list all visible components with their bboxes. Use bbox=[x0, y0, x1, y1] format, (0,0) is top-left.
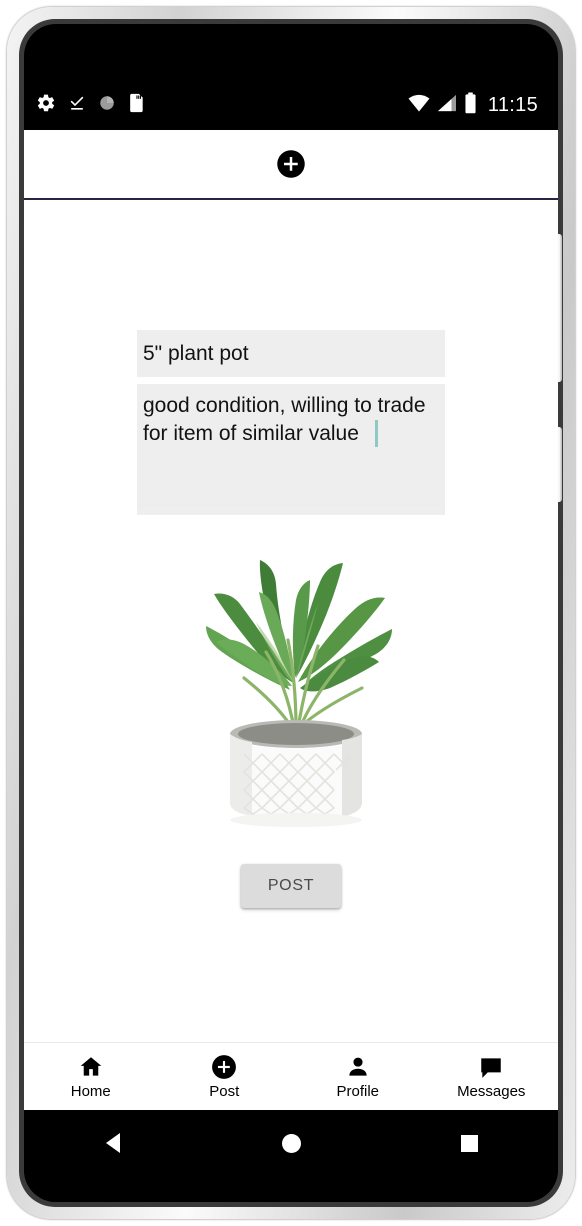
nav-item-post[interactable]: Post bbox=[158, 1043, 292, 1110]
battery-icon bbox=[464, 91, 477, 119]
phone-screen: 11:15 5" plant pot good condition, willi… bbox=[24, 24, 558, 1202]
gear-icon bbox=[36, 93, 56, 118]
form-divider bbox=[137, 504, 445, 505]
person-icon bbox=[345, 1054, 371, 1080]
nav-item-messages[interactable]: Messages bbox=[425, 1043, 559, 1110]
status-bar-clock: 11:15 bbox=[487, 93, 538, 116]
download-done-icon bbox=[67, 93, 87, 118]
chat-bubble-icon bbox=[478, 1054, 504, 1080]
circle-icon bbox=[98, 94, 116, 117]
nav-item-profile[interactable]: Profile bbox=[291, 1043, 425, 1110]
home-circle-icon bbox=[281, 1133, 301, 1153]
item-title-input[interactable] bbox=[137, 330, 445, 377]
nav-label-post: Post bbox=[209, 1083, 240, 1100]
sysnav-back-button[interactable] bbox=[24, 1128, 202, 1158]
item-photo[interactable] bbox=[166, 528, 426, 828]
status-bar: 11:15 bbox=[24, 80, 558, 130]
text-cursor bbox=[375, 420, 378, 447]
back-triangle-icon bbox=[106, 1133, 120, 1153]
status-bar-right-icons: 11:15 bbox=[408, 91, 538, 119]
post-form: good condition, willing to trade for ite… bbox=[137, 330, 445, 515]
nav-label-profile: Profile bbox=[336, 1083, 380, 1100]
phone-bezel: 11:15 5" plant pot good condition, willi… bbox=[19, 19, 563, 1207]
sysnav-home-button[interactable] bbox=[202, 1128, 380, 1158]
phone-device-frame: 11:15 5" plant pot good condition, willi… bbox=[7, 7, 575, 1219]
circle-plus-icon bbox=[211, 1054, 237, 1080]
status-bar-left-icons bbox=[36, 93, 145, 118]
home-icon bbox=[78, 1054, 104, 1080]
app-screen: good condition, willing to trade for ite… bbox=[24, 130, 558, 1110]
bottom-navigation-bar: Home Post Profile Messages bbox=[24, 1042, 558, 1110]
nav-label-messages: Messages bbox=[457, 1083, 526, 1100]
wifi-icon bbox=[408, 94, 430, 117]
android-system-navigation bbox=[24, 1110, 558, 1202]
item-description-field[interactable]: good condition, willing to trade for ite… bbox=[137, 384, 445, 515]
sd-card-icon bbox=[127, 93, 145, 118]
app-bar bbox=[24, 130, 558, 200]
nav-item-home[interactable]: Home bbox=[24, 1043, 158, 1110]
sysnav-recents-button[interactable] bbox=[380, 1128, 558, 1158]
post-button[interactable]: POST bbox=[241, 864, 341, 908]
post-form-content: good condition, willing to trade for ite… bbox=[24, 200, 558, 1042]
recents-square-icon bbox=[460, 1134, 478, 1152]
cellular-signal-icon bbox=[437, 94, 457, 117]
circle-plus-icon[interactable] bbox=[276, 149, 306, 179]
item-description-input[interactable]: good condition, willing to trade for ite… bbox=[137, 384, 445, 514]
nav-label-home: Home bbox=[70, 1083, 111, 1100]
